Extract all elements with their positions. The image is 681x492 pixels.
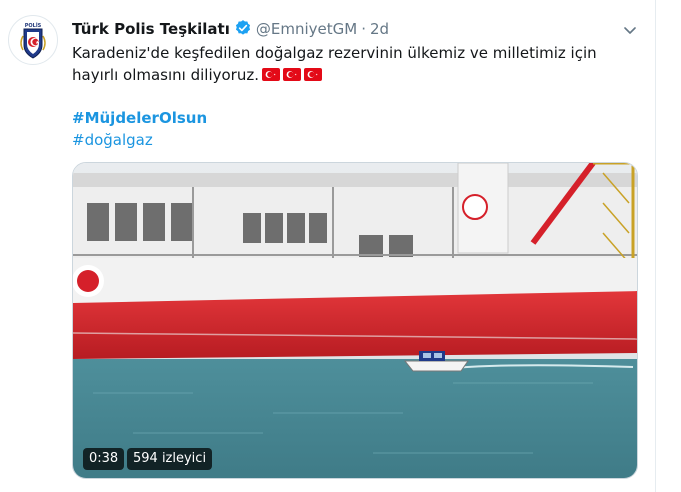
tweet-text-content: Karadeniz'de keşfedilen doğalgaz rezervi… — [72, 44, 597, 84]
tweet-header: Türk Polis Teşkilatı @EmniyetGM · 2d — [72, 18, 632, 40]
verified-badge-icon — [234, 19, 252, 43]
video-duration: 0:38 — [83, 448, 125, 470]
hashtag-dogalgaz[interactable]: #doğalgaz — [72, 129, 153, 151]
tweet[interactable]: POLİS Türk Polis Teşkilatı @EmniyetGM · 2d … — [0, 0, 681, 492]
turkey-flag-icon — [261, 65, 280, 81]
chevron-down-icon[interactable] — [620, 20, 640, 40]
turkey-flag-icon — [303, 65, 322, 81]
video-thumbnail — [73, 163, 637, 478]
police-emblem-icon: POLİS — [10, 17, 56, 63]
video-player[interactable]: 0:38 594 izleyici — [72, 162, 638, 479]
separator-dot: · — [361, 20, 366, 38]
timeline-divider — [655, 0, 656, 492]
video-view-count: 594 izleyici — [127, 448, 213, 470]
author-handle[interactable]: @EmniyetGM — [256, 20, 357, 38]
svg-text:POLİS: POLİS — [25, 22, 42, 29]
turkey-flag-icon — [282, 65, 301, 81]
hashtag-mujdelerolsun[interactable]: #MüjdelerOlsun — [72, 107, 207, 129]
author-name[interactable]: Türk Polis Teşkilatı — [72, 20, 230, 38]
tweet-text: Karadeniz'de keşfedilen doğalgaz rezervi… — [72, 42, 642, 86]
tweet-timestamp[interactable]: 2d — [370, 20, 389, 38]
avatar[interactable]: POLİS — [8, 15, 58, 65]
